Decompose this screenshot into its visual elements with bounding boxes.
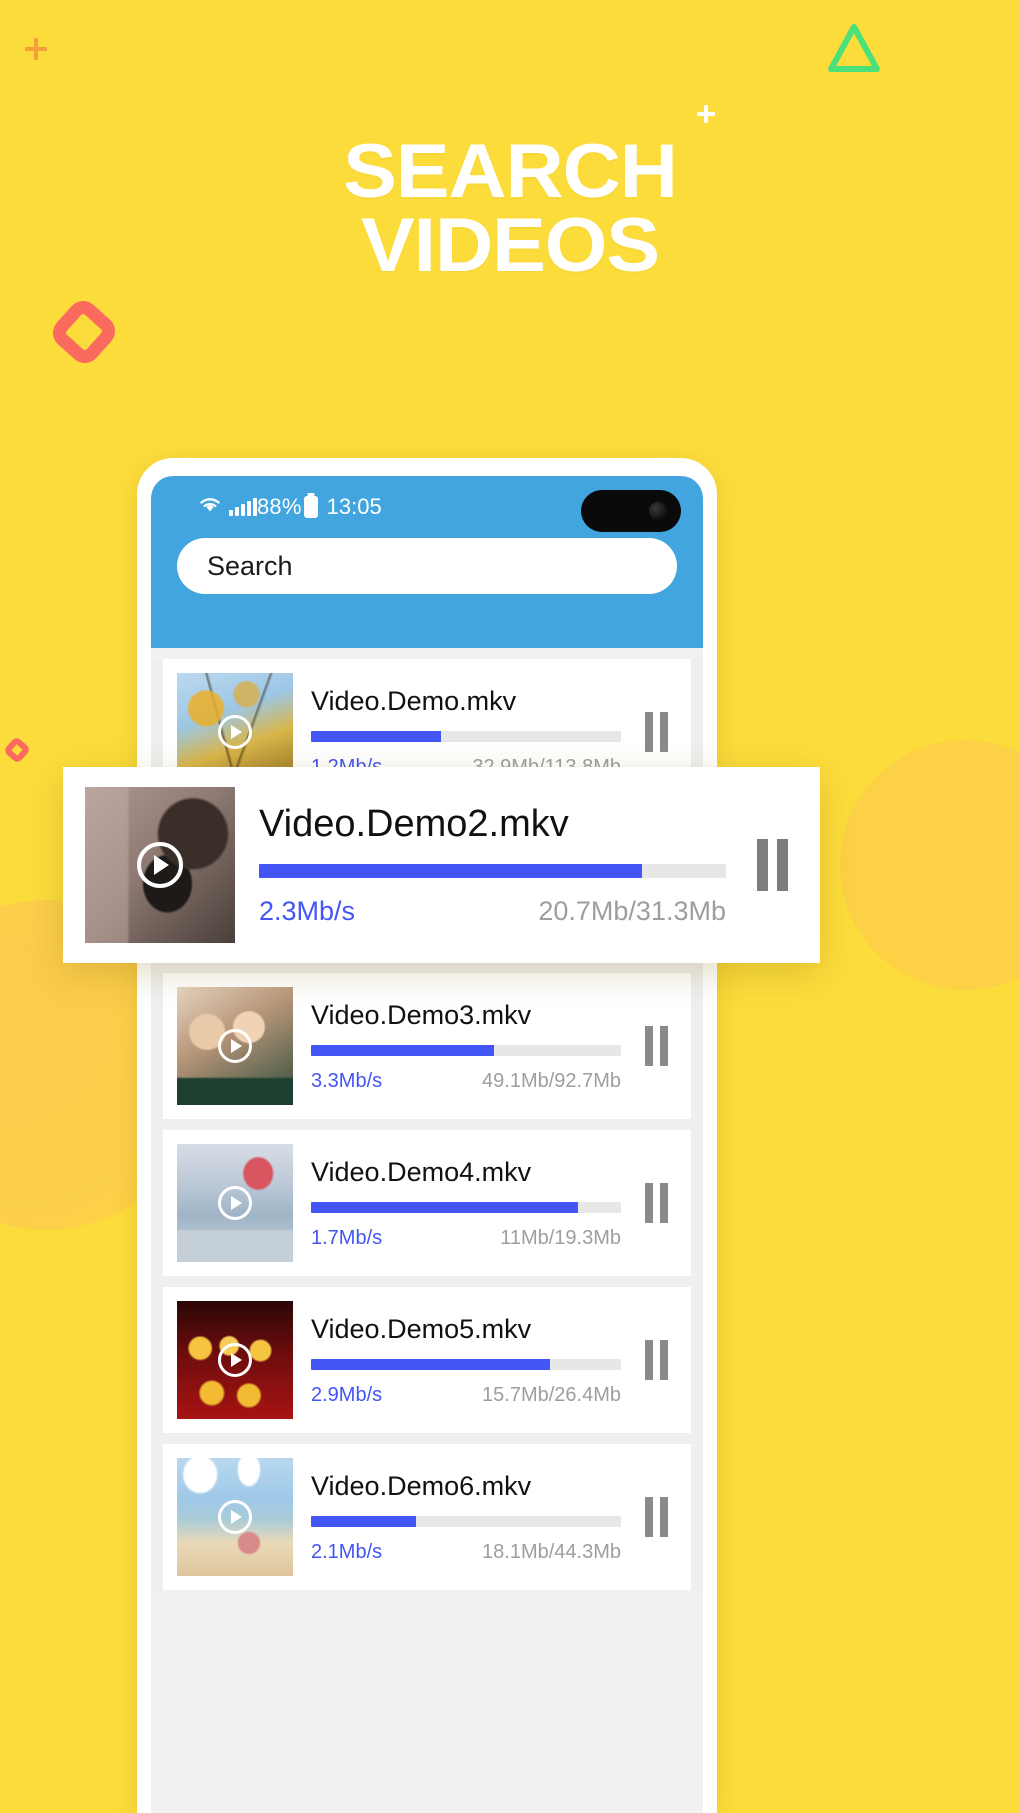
- progress-fill: [311, 1044, 494, 1056]
- phone-screen: 88% 13:05 Search Video.Demo.mkv1.2Mb/s32…: [151, 476, 703, 1813]
- download-info: Video.Demo2.mkv 2.3Mb/s 20.7Mb/31.3Mb: [259, 803, 726, 927]
- front-camera-pill: [581, 490, 681, 532]
- phone-mockup: 88% 13:05 Search Video.Demo.mkv1.2Mb/s32…: [137, 458, 717, 1813]
- app-header: 88% 13:05 Search: [151, 476, 703, 648]
- progress-fill: [311, 730, 442, 742]
- download-info: Video.Demo.mkv1.2Mb/s32.9Mb/113.8Mb: [311, 686, 621, 779]
- download-info: Video.Demo4.mkv 1.7Mb/s 11Mb/19.3Mb: [311, 1157, 621, 1250]
- background-blob-right: [840, 740, 1020, 990]
- download-speed: 1.7Mb/s: [311, 1226, 383, 1249]
- paraglider-lake-thumbnail[interactable]: [177, 1144, 293, 1262]
- progress-fill: [311, 1515, 417, 1527]
- download-row[interactable]: Video.Demo6.mkv 2.1Mb/s 18.1Mb/44.3Mb: [163, 1444, 691, 1590]
- download-info: Video.Demo5.mkv 2.9Mb/s 15.7Mb/26.4Mb: [311, 1314, 621, 1407]
- download-speed: 2.1Mb/s: [311, 1540, 383, 1563]
- download-speed: 3.3Mb/s: [311, 1069, 383, 1092]
- progress-fill: [259, 864, 642, 878]
- file-name: Video.Demo5.mkv: [311, 1313, 532, 1344]
- download-row[interactable]: Video.Demo4.mkv 1.7Mb/s 11Mb/19.3Mb: [163, 1130, 691, 1276]
- plus-icon: [25, 38, 47, 60]
- candles-red-thumbnail[interactable]: [177, 1301, 293, 1419]
- progress-track: [259, 864, 726, 878]
- download-meta: 1.7Mb/s 11Mb/19.3Mb: [311, 1227, 621, 1250]
- beach-woman-thumbnail[interactable]: [177, 1458, 293, 1576]
- headline-line-2: VIDEOS: [360, 203, 660, 289]
- play-icon[interactable]: [218, 715, 252, 749]
- download-size: 15.7Mb/26.4Mb: [482, 1383, 621, 1406]
- file-name: Video.Demo6.mkv: [311, 1470, 532, 1501]
- play-icon[interactable]: [218, 1343, 252, 1377]
- battery-percent: 88%: [257, 494, 302, 519]
- triangle-outline-icon: [826, 22, 882, 74]
- progress-fill: [311, 1358, 550, 1370]
- pause-icon[interactable]: [639, 1183, 673, 1223]
- download-meta: 2.3Mb/s 20.7Mb/31.3Mb: [259, 896, 726, 927]
- play-icon[interactable]: [218, 1186, 252, 1220]
- download-size: 18.1Mb/44.3Mb: [482, 1540, 621, 1563]
- progress-track: [311, 1515, 621, 1527]
- couple-selfie-thumbnail[interactable]: [177, 987, 293, 1105]
- file-name: Video.Demo2.mkv: [259, 803, 569, 845]
- download-meta: 3.3Mb/s 49.1Mb/92.7Mb: [311, 1070, 621, 1093]
- progress-track: [311, 730, 621, 742]
- progress-track: [311, 1201, 621, 1213]
- download-speed: 2.3Mb/s: [259, 896, 356, 926]
- download-meta: 2.1Mb/s 18.1Mb/44.3Mb: [311, 1541, 621, 1564]
- clock: 13:05: [326, 494, 382, 519]
- download-size: 11Mb/19.3Mb: [500, 1226, 621, 1249]
- diamond-outline-icon: [2, 735, 32, 765]
- pause-icon[interactable]: [639, 712, 673, 752]
- pause-icon[interactable]: [639, 1497, 673, 1537]
- download-row[interactable]: Video.Demo3.mkv 3.3Mb/s 49.1Mb/92.7Mb: [163, 973, 691, 1119]
- file-name: Video.Demo3.mkv: [311, 999, 532, 1030]
- file-name: Video.Demo.mkv: [311, 685, 517, 716]
- page-title: SEARCH VIDEOS: [0, 129, 1020, 289]
- play-icon[interactable]: [218, 1029, 252, 1063]
- signal-bars-icon: [229, 498, 257, 516]
- pause-icon[interactable]: [639, 1340, 673, 1380]
- search-bar-wrap: Search: [151, 538, 703, 594]
- search-input[interactable]: Search: [177, 538, 677, 594]
- highlighted-download-card[interactable]: Video.Demo2.mkv 2.3Mb/s 20.7Mb/31.3Mb: [63, 767, 820, 963]
- progress-fill: [311, 1201, 578, 1213]
- download-size: 20.7Mb/31.3Mb: [538, 896, 726, 926]
- file-name: Video.Demo4.mkv: [311, 1156, 532, 1187]
- play-icon[interactable]: [218, 1500, 252, 1534]
- download-row[interactable]: Video.Demo5.mkv 2.9Mb/s 15.7Mb/26.4Mb: [163, 1287, 691, 1433]
- plus-icon: [697, 105, 715, 123]
- play-icon[interactable]: [137, 842, 183, 888]
- search-input-value: Search: [207, 550, 293, 581]
- download-size: 49.1Mb/92.7Mb: [482, 1069, 621, 1092]
- progress-track: [311, 1044, 621, 1056]
- download-speed: 2.9Mb/s: [311, 1383, 383, 1406]
- wifi-icon: [197, 494, 223, 520]
- headline-line-1: SEARCH: [343, 129, 678, 214]
- download-info: Video.Demo6.mkv 2.1Mb/s 18.1Mb/44.3Mb: [311, 1471, 621, 1564]
- progress-track: [311, 1358, 621, 1370]
- photographer-thumbnail[interactable]: [85, 787, 235, 943]
- download-info: Video.Demo3.mkv 3.3Mb/s 49.1Mb/92.7Mb: [311, 1000, 621, 1093]
- battery-icon: [303, 496, 318, 518]
- download-meta: 2.9Mb/s 15.7Mb/26.4Mb: [311, 1384, 621, 1407]
- pause-icon[interactable]: [750, 839, 794, 891]
- status-icons: [197, 494, 257, 520]
- pause-icon[interactable]: [639, 1026, 673, 1066]
- diamond-outline-icon: [48, 296, 120, 368]
